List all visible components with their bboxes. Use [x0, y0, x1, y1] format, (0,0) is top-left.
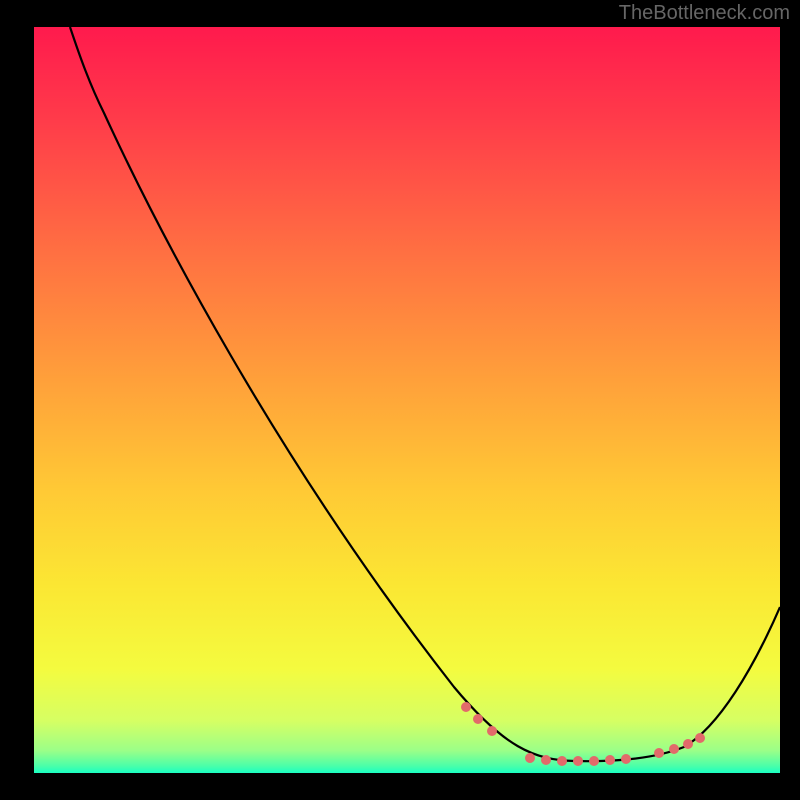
- marker-dot: [473, 714, 483, 724]
- marker-dot: [525, 753, 535, 763]
- watermark: TheBottleneck.com: [619, 2, 790, 25]
- chart-container: TheBottleneck.com: [0, 0, 800, 800]
- marker-dot: [557, 756, 567, 766]
- marker-dot: [487, 726, 497, 736]
- marker-dot: [573, 756, 583, 766]
- marker-dot: [605, 755, 615, 765]
- plot-area: [34, 27, 780, 773]
- marker-dot: [695, 733, 705, 743]
- marker-dot: [541, 755, 551, 765]
- marker-dot: [461, 702, 471, 712]
- marker-dot: [683, 739, 693, 749]
- marker-dot: [669, 744, 679, 754]
- marker-dot: [589, 756, 599, 766]
- curve-line: [70, 27, 780, 761]
- marker-dot: [654, 748, 664, 758]
- marker-dot: [621, 754, 631, 764]
- bottleneck-curve: [34, 27, 780, 773]
